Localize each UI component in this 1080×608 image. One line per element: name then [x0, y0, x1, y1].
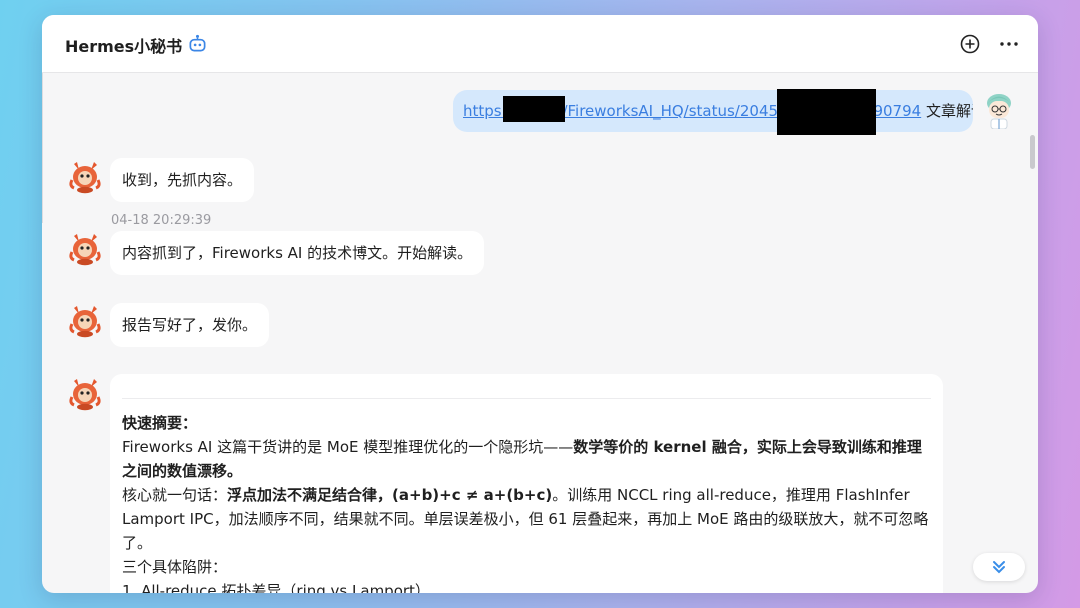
scrollbar-thumb[interactable] — [1030, 135, 1035, 169]
bot-message-text: 报告写好了，发你。 — [122, 316, 258, 334]
scroll-to-bottom-button[interactable] — [973, 553, 1025, 581]
chat-title: Hermes小秘书 — [65, 37, 183, 56]
bot-message-bubble: 收到，先抓内容。 — [110, 158, 255, 202]
bot-message-text: 收到，先抓内容。 — [122, 171, 243, 189]
report-paragraph-3: 三个具体陷阱： — [122, 558, 228, 576]
user-avatar[interactable] — [982, 91, 1016, 129]
message-timestamp: 04-18 20:29:39 — [111, 213, 212, 228]
double-chevron-down-icon — [993, 561, 1005, 574]
more-horizontal-icon[interactable] — [998, 33, 1020, 55]
summary-heading: 快速摘要： — [122, 414, 198, 432]
report-content: 快速摘要： Fireworks AI 这篇干货讲的是 MoE 模型推理优化的一个… — [122, 411, 929, 593]
bot-message-bubble: 内容抓到了，Fireworks AI 的技术博文。开始解读。 — [110, 231, 485, 275]
robot-icon — [189, 34, 206, 52]
user-message-text: 文章解读 — [925, 102, 973, 120]
report-paragraph-1: Fireworks AI 这篇干货讲的是 MoE 模型推理优化的一个隐形坑——数… — [122, 438, 922, 480]
bot-avatar[interactable] — [68, 158, 102, 194]
redaction-block — [503, 96, 565, 122]
bot-avatar[interactable] — [68, 375, 102, 411]
redaction-block — [777, 89, 876, 135]
report-list-item: 1. All-reduce 拓扑差异（ring vs Lamport） — [122, 582, 430, 593]
bot-message-bubble: 报告写好了，发你。 — [110, 303, 270, 347]
add-circle-icon[interactable] — [959, 33, 981, 55]
report-paragraph-2: 核心就一句话：浮点加法不满足结合律，(a+b)+c ≠ a+(b+c)。训练用 … — [122, 486, 929, 552]
report-message-bubble: 快速摘要： Fireworks AI 这篇干货讲的是 MoE 模型推理优化的一个… — [110, 374, 943, 593]
chat-window: Hermes小秘书 https://x.com/FireworksAI_HQ/s… — [42, 15, 1038, 593]
bot-avatar[interactable] — [68, 302, 102, 338]
bot-message-text: 内容抓到了，Fireworks AI 的技术博文。开始解读。 — [122, 244, 473, 262]
title-bar: Hermes小秘书 — [42, 15, 1038, 73]
bot-avatar[interactable] — [68, 230, 102, 266]
divider — [122, 398, 931, 399]
